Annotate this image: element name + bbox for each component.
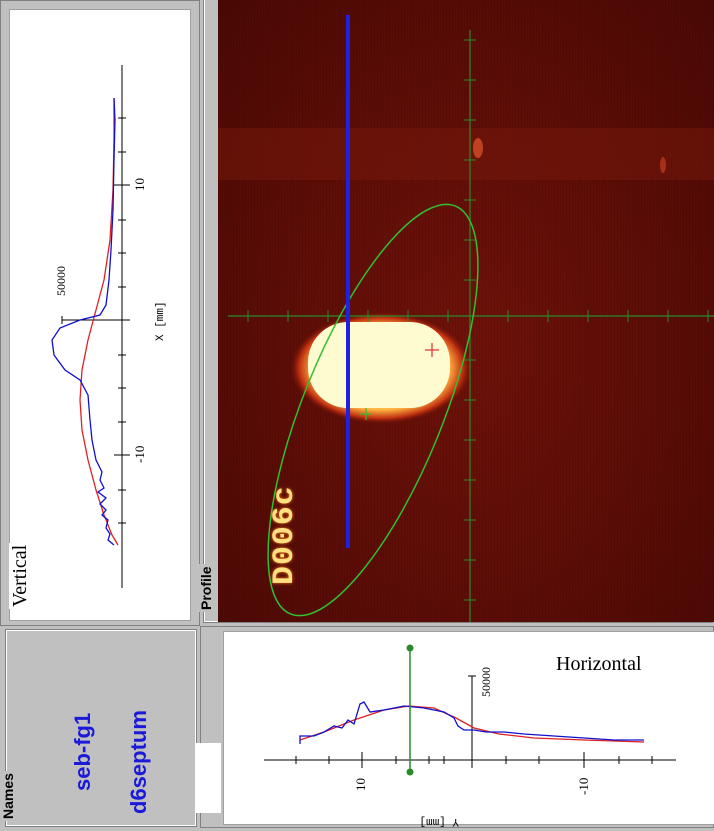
horizontal-axis-label: Y [mm]	[419, 815, 459, 827]
horizontal-side-box	[195, 743, 221, 813]
vertical-peak-label: 50000	[54, 266, 68, 296]
vertical-tick-minus10: -10	[132, 445, 147, 463]
horizontal-tick-10: 10	[353, 778, 368, 791]
camera-id-text: D006c	[268, 485, 302, 585]
name-item-device: d6septum	[126, 710, 151, 814]
vertical-axis-label: X [mm]	[155, 301, 167, 341]
horizontal-peak-label: 50000	[479, 667, 493, 697]
names-group-label: Names	[0, 771, 16, 821]
horizontal-tick-minus10: -10	[576, 777, 591, 795]
hot-spot-2	[660, 157, 666, 173]
vertical-measured-trace	[51, 97, 116, 546]
profile-group: Profile D006c	[198, 0, 714, 626]
background-streak	[218, 128, 714, 180]
slice-handle-bottom[interactable]	[406, 768, 414, 776]
vertical-tick-10: 10	[132, 178, 147, 191]
profile-group-label: Profile	[198, 564, 214, 612]
horizontal-title: Horizontal	[556, 653, 642, 675]
camera-image[interactable]: D006c	[218, 0, 714, 622]
vertical-fit-trace	[79, 98, 119, 546]
vertical-profile-panel: 50000 10 -10 X [mm] Vertical	[0, 0, 200, 626]
horizontal-profile-panel: 50000 10 -10 Y [mm] Horizontal	[195, 626, 714, 828]
slice-handle-top[interactable]	[406, 644, 414, 652]
vertical-title: Vertical	[9, 542, 32, 609]
hot-spot-1	[473, 138, 483, 158]
names-group: Names seb-fg1 d6septum	[0, 626, 200, 828]
name-item-source: seb-fg1	[70, 712, 95, 791]
